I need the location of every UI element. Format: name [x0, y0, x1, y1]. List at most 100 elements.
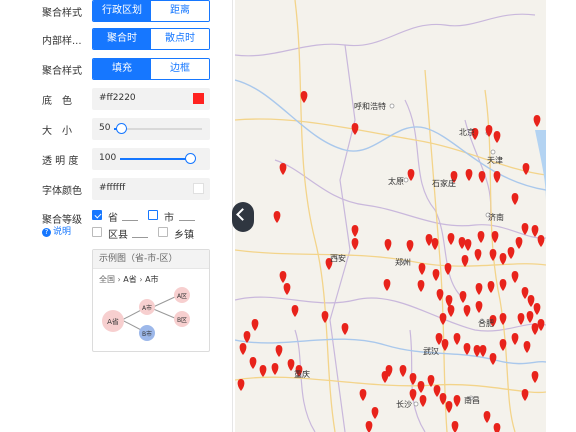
map-marker-icon[interactable] — [499, 339, 507, 351]
map-marker-icon[interactable] — [273, 211, 281, 223]
map-marker-icon[interactable] — [487, 281, 495, 293]
map-marker-icon[interactable] — [300, 91, 308, 103]
map-marker-icon[interactable] — [351, 225, 359, 237]
map-marker-icon[interactable] — [537, 235, 545, 247]
map-marker-icon[interactable] — [279, 163, 287, 175]
map-marker-icon[interactable] — [439, 393, 447, 405]
option-when-scattered[interactable]: 散点时 — [151, 29, 209, 49]
map-marker-icon[interactable] — [444, 263, 452, 275]
map-marker-icon[interactable] — [427, 375, 435, 387]
map-marker-icon[interactable] — [431, 238, 439, 250]
map-marker-icon[interactable] — [463, 305, 471, 317]
bg-color-input[interactable]: #ff2220 — [92, 88, 210, 110]
opacity-slider-handle[interactable] — [185, 153, 196, 164]
map-marker-icon[interactable] — [489, 353, 497, 365]
map-marker-icon[interactable] — [365, 421, 373, 432]
checkbox-province[interactable] — [92, 210, 102, 220]
option-admin-division[interactable]: 行政区划 — [93, 1, 151, 21]
map-marker-icon[interactable] — [474, 249, 482, 261]
map-marker-icon[interactable] — [463, 343, 471, 355]
map-marker-icon[interactable] — [249, 357, 257, 369]
map-marker-icon[interactable] — [407, 169, 415, 181]
map-marker-icon[interactable] — [491, 231, 499, 243]
map-marker-icon[interactable] — [493, 423, 501, 432]
map-marker-icon[interactable] — [259, 365, 267, 377]
map-marker-icon[interactable] — [451, 421, 459, 432]
map-marker-icon[interactable] — [464, 239, 472, 251]
map-marker-icon[interactable] — [489, 249, 497, 261]
map-marker-icon[interactable] — [511, 271, 519, 283]
map-marker-icon[interactable] — [251, 319, 259, 331]
map-marker-icon[interactable] — [511, 333, 519, 345]
map-marker-icon[interactable] — [384, 239, 392, 251]
font-color-input[interactable]: #ffffff — [92, 178, 210, 200]
map-marker-icon[interactable] — [459, 291, 467, 303]
map-marker-icon[interactable] — [351, 238, 359, 250]
map-marker-icon[interactable] — [475, 301, 483, 313]
map-marker-icon[interactable] — [435, 333, 443, 345]
map-marker-icon[interactable] — [453, 395, 461, 407]
map-marker-icon[interactable] — [425, 234, 433, 246]
map-marker-icon[interactable] — [499, 313, 507, 325]
map-marker-icon[interactable] — [537, 319, 545, 331]
map-marker-icon[interactable] — [399, 365, 407, 377]
map-marker-icon[interactable] — [447, 305, 455, 317]
collapse-panel-button[interactable] — [232, 202, 254, 232]
map-marker-icon[interactable] — [271, 363, 279, 375]
map-marker-icon[interactable] — [523, 341, 531, 353]
map-marker-icon[interactable] — [433, 385, 441, 397]
map-marker-icon[interactable] — [515, 237, 523, 249]
map-marker-icon[interactable] — [417, 381, 425, 393]
map-marker-icon[interactable] — [436, 289, 444, 301]
option-when-clustered[interactable]: 聚合时 — [93, 29, 151, 49]
map-marker-icon[interactable] — [239, 343, 247, 355]
map-marker-icon[interactable] — [418, 263, 426, 275]
map-marker-icon[interactable] — [458, 237, 466, 249]
map-marker-icon[interactable] — [417, 280, 425, 292]
map-marker-icon[interactable] — [445, 401, 453, 413]
map-marker-icon[interactable] — [479, 345, 487, 357]
option-fill[interactable]: 填充 — [93, 59, 151, 79]
map-marker-icon[interactable] — [409, 373, 417, 385]
font-color-swatch[interactable] — [193, 183, 204, 194]
map-marker-icon[interactable] — [453, 333, 461, 345]
map-marker-icon[interactable] — [461, 255, 469, 267]
map-marker-icon[interactable] — [371, 407, 379, 419]
map-marker-icon[interactable] — [475, 283, 483, 295]
map-marker-icon[interactable] — [533, 115, 541, 127]
map-marker-icon[interactable] — [279, 271, 287, 283]
map-marker-icon[interactable] — [419, 395, 427, 407]
map-marker-icon[interactable] — [493, 171, 501, 183]
map-marker-icon[interactable] — [383, 279, 391, 291]
map-marker-icon[interactable] — [321, 311, 329, 323]
map-marker-icon[interactable] — [478, 171, 486, 183]
map-marker-icon[interactable] — [341, 323, 349, 335]
map-marker-icon[interactable] — [531, 371, 539, 383]
map-marker-icon[interactable] — [493, 131, 501, 143]
map-marker-icon[interactable] — [526, 311, 534, 323]
map-marker-icon[interactable] — [521, 287, 529, 299]
map-marker-icon[interactable] — [499, 253, 507, 265]
map-marker-icon[interactable] — [237, 379, 245, 391]
map-marker-icon[interactable] — [291, 305, 299, 317]
map-marker-icon[interactable] — [275, 345, 283, 357]
map-marker-icon[interactable] — [243, 331, 251, 343]
map-marker-icon[interactable] — [485, 125, 493, 137]
checkbox-county[interactable] — [92, 227, 102, 237]
map-marker-icon[interactable] — [521, 389, 529, 401]
map-marker-icon[interactable] — [447, 233, 455, 245]
map-marker-icon[interactable] — [522, 163, 530, 175]
map-marker-icon[interactable] — [359, 389, 367, 401]
map-marker-icon[interactable] — [531, 225, 539, 237]
option-distance[interactable]: 距离 — [151, 1, 209, 21]
map-marker-icon[interactable] — [527, 295, 535, 307]
bg-color-swatch[interactable] — [193, 93, 204, 104]
help-link[interactable]: ? 说明 — [42, 224, 71, 237]
checkbox-city[interactable] — [148, 210, 158, 220]
map-marker-icon[interactable] — [406, 240, 414, 252]
map-marker-icon[interactable] — [507, 247, 515, 259]
map-marker-icon[interactable] — [439, 313, 447, 325]
map-marker-icon[interactable] — [477, 231, 485, 243]
map-marker-icon[interactable] — [511, 193, 519, 205]
option-border[interactable]: 边框 — [151, 59, 209, 79]
